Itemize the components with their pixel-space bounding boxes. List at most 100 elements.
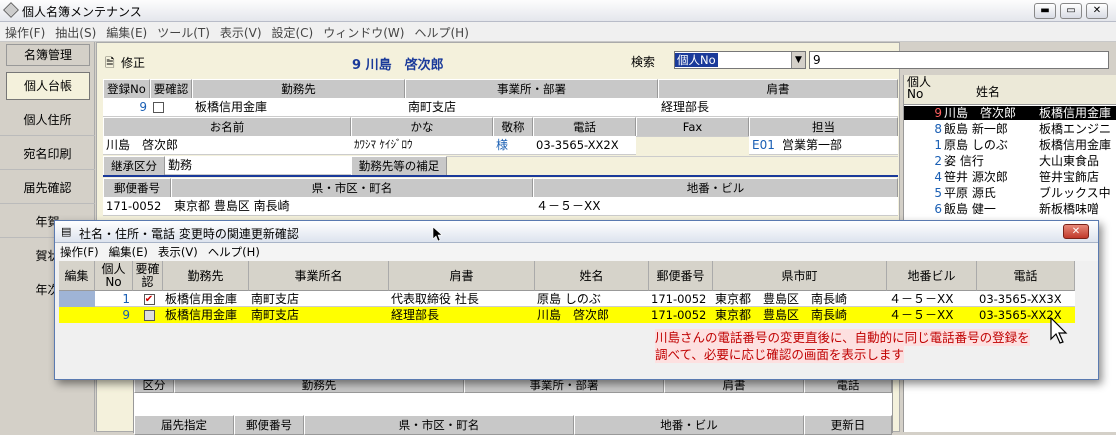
mode-label: 修正 <box>121 56 146 70</box>
title-value[interactable]: 経理部長 <box>658 98 898 117</box>
dcol-zip: 郵便番号 <box>649 261 713 291</box>
company-value[interactable]: 板橋信用金庫 <box>192 98 405 117</box>
menu-help[interactable]: ヘルプ(H) <box>409 22 473 43</box>
menu-settings[interactable]: 設定(C) <box>267 22 319 43</box>
row-title: 代表取締役 社長 <box>391 292 479 306</box>
prefecture-value[interactable]: 東京都 豊島区 南長崎 <box>171 197 533 216</box>
checkmark-icon[interactable]: ✔ <box>143 294 155 305</box>
close-button[interactable]: ✕ <box>1086 3 1108 19</box>
row-edit-cell[interactable] <box>59 291 95 307</box>
dialog-menu-operation[interactable]: 操作(F) <box>55 243 104 261</box>
col-b-prefecture: 県・市区・町名 <box>304 415 574 435</box>
menu-edit[interactable]: 編集(E) <box>101 22 152 43</box>
dcol-city: 県市町 <box>713 261 887 291</box>
dialog-menu-help[interactable]: ヘルプ(H) <box>203 243 265 261</box>
record-title: 9 川島 啓次郎 <box>352 58 444 73</box>
office-value[interactable]: 南町支店 <box>405 98 658 117</box>
dcol-street: 地番ビル <box>887 261 977 291</box>
list-item[interactable]: 9 川島 啓次郎 板橋信用金庫 <box>904 106 1116 120</box>
search-input[interactable]: 9 <box>809 51 1109 69</box>
row-zip: 171-0052 <box>651 292 707 306</box>
col-person-name: 姓名 <box>976 85 1001 99</box>
menu-window[interactable]: ウィンドウ(W) <box>318 22 409 43</box>
col-delivery-target: 届先指定 <box>134 415 234 435</box>
section-divider <box>103 175 898 177</box>
app-icon <box>3 2 19 18</box>
nav-item-address[interactable]: 個人住所 <box>0 104 95 136</box>
nav-item-ledger[interactable]: 個人台帳 <box>6 72 90 100</box>
annotation-note: 川島さんの電話番号の変更直後に、自動的に同じ電話番号の登録を 調べて、必要に応じ… <box>655 329 1085 365</box>
col-succession: 継承区分 <box>103 156 165 176</box>
honorific-value[interactable]: 様 <box>493 136 533 155</box>
needs-check-cell[interactable] <box>150 98 192 117</box>
list-item[interactable]: 1 原島 しのぶ 板橋信用金庫 <box>904 138 1116 152</box>
menu-view[interactable]: 表示(V) <box>215 22 267 43</box>
col-updated: 更新日 <box>804 415 892 435</box>
col-kana: かな <box>351 117 493 137</box>
col-b-zip: 郵便番号 <box>234 415 304 435</box>
reg-no-value[interactable]: 9 <box>103 98 150 117</box>
row-city: 東京都 豊島区 南長崎 <box>715 308 848 322</box>
row-company: 板橋信用金庫 <box>165 292 238 306</box>
chevron-down-icon[interactable]: ▼ <box>791 52 805 68</box>
dialog-menu-edit[interactable]: 編集(E) <box>104 243 153 261</box>
phone-value[interactable]: 03-3565-XX2X <box>533 136 636 155</box>
dcol-title: 肩書 <box>389 261 535 291</box>
company-note-value[interactable] <box>447 156 898 157</box>
close-icon[interactable]: ✕ <box>1063 224 1089 239</box>
minimize-button[interactable]: ▬ <box>1034 3 1056 19</box>
dcol-needs-check: 要確認 <box>133 261 163 291</box>
nav-item-delivery-check[interactable]: 届先確認 <box>0 172 95 204</box>
dialog-menu-view[interactable]: 表示(V) <box>153 243 203 261</box>
table-row[interactable]: 9 板橋信用金庫 南町支店 経理部長 川島 啓次郎 171-0052 東京都 豊… <box>59 307 1075 323</box>
street-value[interactable]: ４－５－XX <box>533 197 898 216</box>
dcol-phone: 電話 <box>977 261 1075 291</box>
edit-icon: 🗎 <box>105 56 115 70</box>
zip-value[interactable]: 171-0052 <box>103 197 171 216</box>
row-check-cell[interactable]: ✔ <box>133 291 163 307</box>
row-office: 南町支店 <box>251 308 300 322</box>
col-title: 肩書 <box>658 79 898 99</box>
menu-tools[interactable]: ツール(T) <box>152 22 215 43</box>
menu-extract[interactable]: 抽出(S) <box>50 22 101 43</box>
col-b-title: 肩書 <box>664 379 804 393</box>
row-person-no: 1 <box>122 292 130 306</box>
maximize-button[interactable]: ▭ <box>1060 3 1082 19</box>
col-honorific: 敬称 <box>493 117 533 137</box>
staff-dept-value[interactable]: 営業第一部 <box>779 136 898 155</box>
col-name: お名前 <box>103 117 351 137</box>
mouse-pointer-icon <box>432 226 443 242</box>
row-name: 原島 しのぶ <box>537 292 601 306</box>
menu-bar: 操作(F) 抽出(S) 編集(E) ツール(T) 表示(V) 設定(C) ウィンドウ(W) ヘ… <box>0 22 1116 42</box>
succession-value[interactable]: 勤務 <box>165 156 351 175</box>
col-reg-no: 登録No <box>103 79 150 99</box>
col-company-note: 勤務先等の補足 <box>351 156 447 176</box>
fax-value[interactable] <box>636 136 749 137</box>
needs-check-checkbox[interactable] <box>153 102 164 113</box>
nav-item-label-print[interactable]: 宛名印刷 <box>0 138 95 170</box>
kana-value[interactable]: ｶﾜｼﾏ ｹｲｼﾞﾛｳ <box>351 136 493 155</box>
staff-code-value[interactable]: E01 <box>749 136 779 155</box>
menu-operation[interactable]: 操作(F) <box>0 22 50 43</box>
list-item[interactable]: 5 平原 源氏 ブルックス中 <box>904 186 1116 200</box>
dialog-title: 社名・住所・電話 変更時の関連更新確認 <box>79 227 299 241</box>
needs-check-checkbox[interactable] <box>143 310 155 321</box>
note-line-2: 調べて、必要に応じ確認の画面を表示します <box>655 346 904 363</box>
list-item[interactable]: 4 笹井 源次郎 笹井宝飾店 <box>904 170 1116 184</box>
list-item[interactable]: 8 飯島 新一郎 板橋エンジニ <box>904 122 1116 136</box>
dialog-titlebar: ▤ 社名・住所・電話 変更時の関連更新確認 ✕ <box>55 221 1098 243</box>
app-titlebar: 個人名簿メンテナンス ▬ ▭ ✕ <box>0 0 1116 22</box>
col-needs-check: 要確認 <box>150 79 192 99</box>
list-item[interactable]: 2姿 信行 大山東食品 <box>904 154 1116 168</box>
row-person-no: 9 <box>122 308 130 322</box>
list-item[interactable]: 6 飯島 健一 新板橋味噌 <box>904 202 1116 216</box>
row-zip: 171-0052 <box>651 308 707 322</box>
search-field-value: 個人No <box>675 53 718 67</box>
row-check-cell[interactable] <box>133 307 163 323</box>
table-row[interactable]: 1 ✔ 板橋信用金庫 南町支店 代表取締役 社長 原島 しのぶ 171-0052… <box>59 291 1075 307</box>
name-value[interactable]: 川島 啓次郎 <box>103 136 351 155</box>
search-field-select[interactable]: 個人No ▼ <box>674 51 806 69</box>
row-edit-cell[interactable] <box>59 307 95 323</box>
col-b-office: 事業所・部署 <box>464 379 664 393</box>
row-office: 南町支店 <box>251 292 300 306</box>
